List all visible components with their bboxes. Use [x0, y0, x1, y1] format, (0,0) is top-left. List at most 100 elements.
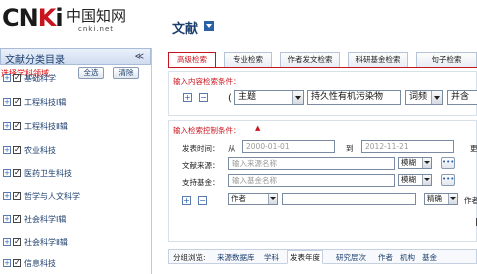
sidebar-category-item[interactable]: + ✓ 医药卫生科技: [3, 167, 151, 181]
sidebar-title: 文献分类目录: [5, 55, 65, 66]
sidebar-category-item[interactable]: + ✓ 哲学与人文科学: [3, 190, 151, 204]
group-subject[interactable]: 学科: [264, 252, 279, 263]
group-institution[interactable]: 机构: [400, 252, 415, 263]
sidebar-category-item[interactable]: + ✓ 信息科技: [3, 257, 151, 271]
remove-row-icon[interactable]: −: [199, 93, 208, 102]
collapse-icon[interactable]: ≪: [135, 52, 144, 62]
chevron-down-icon: [268, 194, 277, 204]
sidebar-header: 文献分类目录 ≪: [0, 48, 151, 66]
fund-input[interactable]: 输入基金名称: [228, 174, 395, 187]
author-more-label: 作者: [464, 196, 477, 205]
sidebar-category-item[interactable]: + ✓ 工程科技Ⅰ辑: [3, 96, 151, 110]
category-label: 基础科学: [24, 74, 56, 83]
sidebar-category-item[interactable]: + ✓ 基础科学: [3, 72, 151, 86]
category-label: 工程科技Ⅰ辑: [24, 98, 67, 107]
category-checkbox[interactable]: ✓: [13, 259, 21, 267]
fund-match-select[interactable]: 模糊: [398, 174, 432, 186]
caret-up-icon[interactable]: ▲: [255, 124, 260, 132]
source-match-select[interactable]: 模糊: [398, 157, 432, 169]
logic-select[interactable]: 并含: [447, 90, 477, 105]
fund-match-value: 模糊: [401, 175, 416, 184]
category-label: 医药卫生科技: [24, 169, 72, 178]
category-checkbox[interactable]: ✓: [13, 238, 21, 246]
search-tabs: 高级检索 专业检索 作者发文检索 科研基金检索 句子检索: [168, 52, 477, 68]
tab-fund-search[interactable]: 科研基金检索: [348, 52, 408, 67]
expand-icon[interactable]: +: [3, 122, 11, 130]
group-fund[interactable]: 基金: [422, 252, 437, 263]
chevron-down-icon: [422, 158, 431, 168]
group-author[interactable]: 作者: [378, 252, 393, 263]
category-checkbox[interactable]: ✓: [13, 122, 21, 130]
fund-label: 支持基金：: [182, 178, 220, 187]
database-title[interactable]: 文献: [172, 18, 198, 37]
logic-select-value: 并含: [451, 92, 470, 102]
more-options-icon[interactable]: •••: [441, 174, 455, 186]
content-section-label: 输入内容检索条件：: [173, 77, 241, 86]
group-year[interactable]: 发表年度: [287, 250, 323, 264]
field-select-value: 主题: [238, 92, 257, 102]
group-browse-bar: 分组浏览: 来源数据库 学科 发表年度 研究层次 作者 机构 基金: [168, 249, 477, 264]
add-row-icon[interactable]: +: [183, 93, 192, 102]
source-match-value: 模糊: [401, 158, 416, 167]
expand-icon[interactable]: +: [3, 259, 11, 267]
keyword-input[interactable]: 持久性有机污染物: [307, 90, 401, 105]
cnki-logo[interactable]: CNKi: [2, 4, 64, 32]
source-placeholder: 输入来源名称: [232, 159, 277, 168]
more-options-icon[interactable]: •••: [441, 157, 455, 169]
category-checkbox[interactable]: ✓: [13, 98, 21, 106]
more-label: 更: [470, 144, 477, 153]
chevron-down-icon: [422, 175, 431, 185]
sidebar-category-item[interactable]: + ✓ 工程科技Ⅱ辑: [3, 120, 151, 134]
category-checkbox[interactable]: ✓: [13, 215, 21, 223]
control-section-label: 输入检索控制条件：: [173, 126, 241, 135]
frequency-select-value: 词频: [409, 92, 428, 102]
to-label: 到: [346, 144, 354, 153]
expand-icon[interactable]: +: [3, 169, 11, 177]
author-field-value: 作者: [231, 194, 246, 203]
tab-sentence-search[interactable]: 句子检索: [416, 52, 477, 67]
source-input[interactable]: 输入来源名称: [228, 157, 395, 170]
author-match-select[interactable]: 精确: [424, 193, 458, 205]
category-label: 工程科技Ⅱ辑: [24, 122, 68, 131]
field-select[interactable]: 主题: [234, 90, 304, 105]
author-match-value: 精确: [427, 194, 442, 203]
sidebar-category-item[interactable]: + ✓ 农业科技: [3, 144, 151, 158]
header: CNKi 中国知网 cnki.net 文献: [0, 0, 477, 45]
expand-icon[interactable]: +: [3, 215, 11, 223]
logo-subtext: cnki.net: [78, 25, 114, 33]
expand-icon[interactable]: +: [3, 238, 11, 246]
tab-professional-search[interactable]: 专业检索: [224, 52, 272, 67]
remove-row-icon[interactable]: −: [198, 196, 207, 205]
logo-chinese-text: 中国知网: [66, 7, 127, 25]
category-label: 社会科学Ⅱ辑: [24, 238, 68, 247]
expand-icon[interactable]: +: [3, 74, 11, 82]
group-label: 分组浏览:: [173, 253, 206, 262]
expand-icon[interactable]: +: [3, 98, 11, 106]
group-research-level[interactable]: 研究层次: [336, 252, 366, 263]
paren-label: (: [228, 93, 232, 104]
tab-divider: [168, 67, 477, 68]
frequency-select[interactable]: 词频: [405, 90, 443, 105]
date-to-input[interactable]: 2012-11-21: [361, 140, 454, 153]
author-field-select[interactable]: 作者: [228, 193, 278, 205]
fund-placeholder: 输入基金名称: [232, 176, 277, 185]
date-from-input[interactable]: 2000-01-01: [242, 140, 335, 153]
sidebar-category-item[interactable]: + ✓ 社会科学Ⅱ辑: [3, 236, 151, 250]
tab-advanced-search[interactable]: 高级检索: [168, 52, 216, 68]
category-label: 农业科技: [24, 146, 56, 155]
source-label: 文献来源：: [182, 161, 220, 170]
tab-author-search[interactable]: 作者发文检索: [280, 52, 340, 67]
category-checkbox[interactable]: ✓: [13, 146, 21, 154]
add-row-icon[interactable]: +: [182, 196, 191, 205]
category-checkbox[interactable]: ✓: [13, 74, 21, 82]
category-checkbox[interactable]: ✓: [13, 192, 21, 200]
chevron-down-icon: [431, 91, 442, 104]
group-source-db[interactable]: 来源数据库: [217, 252, 255, 263]
sidebar-category-item[interactable]: + ✓ 社会科学Ⅰ辑: [3, 213, 151, 227]
author-input[interactable]: [282, 193, 416, 205]
category-checkbox[interactable]: ✓: [13, 169, 21, 177]
expand-icon[interactable]: +: [3, 192, 11, 200]
chevron-down-icon[interactable]: [204, 21, 214, 31]
expand-icon[interactable]: +: [3, 146, 11, 154]
chevron-down-icon: [448, 194, 457, 204]
